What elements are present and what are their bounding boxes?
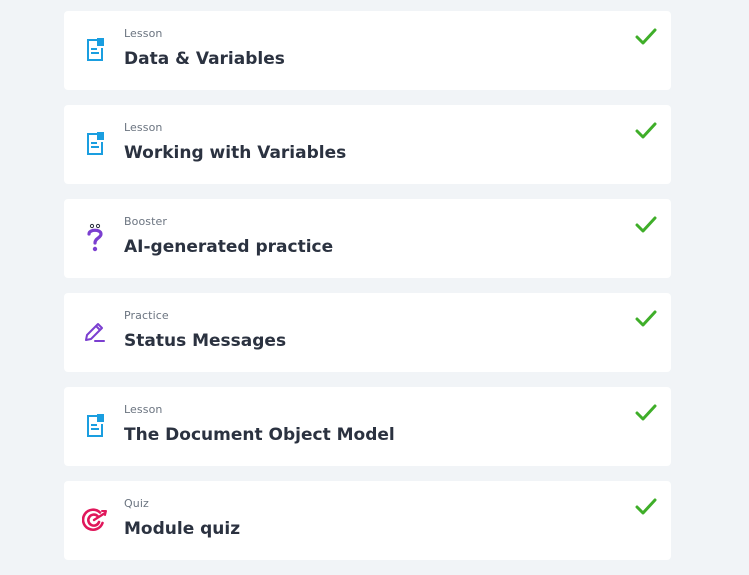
item-kind-label: Booster — [124, 215, 168, 228]
completed-check-icon — [635, 404, 657, 422]
completed-check-icon — [635, 310, 657, 328]
completed-check-icon — [635, 216, 657, 234]
module-item-status-messages[interactable]: Practice Status Messages — [64, 293, 671, 372]
item-kind-label: Lesson — [124, 121, 163, 134]
item-title: Module quiz — [124, 519, 241, 539]
question-mark-icon — [82, 223, 108, 253]
lesson-document-icon — [82, 129, 108, 159]
lesson-document-icon — [82, 411, 108, 441]
module-item-data-variables[interactable]: Lesson Data & Variables — [64, 11, 671, 90]
module-item-document-object-model[interactable]: Lesson The Document Object Model — [64, 387, 671, 466]
target-icon — [82, 505, 108, 535]
item-kind-label: Quiz — [124, 497, 149, 510]
completed-check-icon — [635, 498, 657, 516]
item-kind-label: Lesson — [124, 403, 163, 416]
module-item-module-quiz[interactable]: Quiz Module quiz — [64, 481, 671, 560]
item-title: Status Messages — [124, 331, 287, 351]
item-title: Working with Variables — [124, 143, 347, 163]
item-title: The Document Object Model — [124, 425, 395, 445]
module-item-list: Lesson Data & Variables Lesson Working w… — [64, 11, 671, 575]
completed-check-icon — [635, 122, 657, 140]
item-kind-label: Practice — [124, 309, 169, 322]
item-kind-label: Lesson — [124, 27, 163, 40]
module-item-working-with-variables[interactable]: Lesson Working with Variables — [64, 105, 671, 184]
item-title: Data & Variables — [124, 49, 285, 69]
item-title: AI-generated practice — [124, 237, 334, 257]
lesson-document-icon — [82, 35, 108, 65]
completed-check-icon — [635, 28, 657, 46]
pencil-icon — [82, 317, 108, 347]
module-item-ai-generated-practice[interactable]: Booster AI-generated practice — [64, 199, 671, 278]
